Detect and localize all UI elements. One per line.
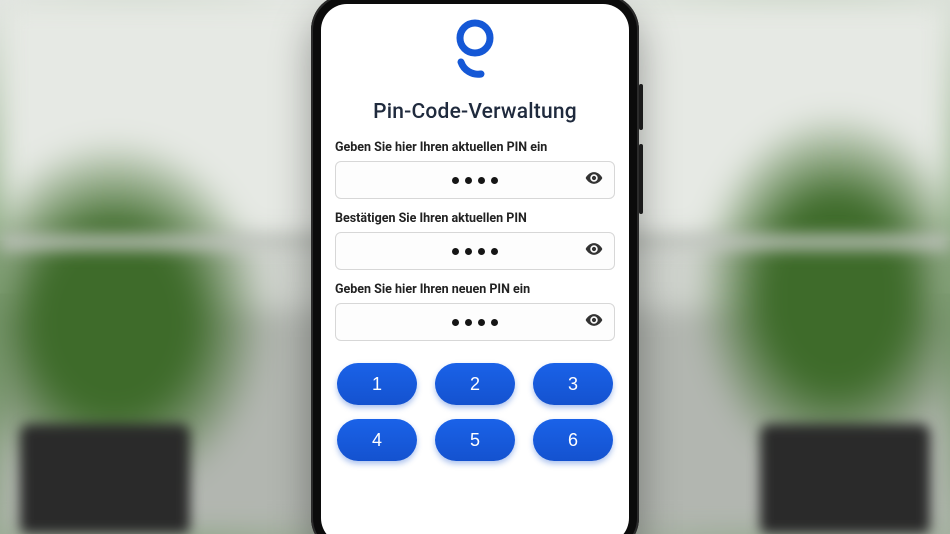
field-label: Geben Sie hier Ihren aktuellen PIN ein	[335, 140, 615, 155]
keypad-key-1[interactable]: 1	[337, 363, 417, 405]
keypad-key-4[interactable]: 4	[337, 419, 417, 461]
field-label: Geben Sie hier Ihren neuen PIN ein	[335, 282, 615, 297]
phone-side-button	[639, 84, 643, 130]
pin-field-new: Geben Sie hier Ihren neuen PIN ein	[335, 282, 615, 341]
brand-logo	[335, 10, 615, 90]
pin-field-confirm: Bestätigen Sie Ihren aktuellen PIN	[335, 211, 615, 270]
eye-icon[interactable]	[584, 310, 604, 334]
app-screen: Pin-Code-Verwaltung Geben Sie hier Ihren…	[321, 4, 629, 534]
plant-pot-right	[760, 424, 930, 534]
field-label: Bestätigen Sie Ihren aktuellen PIN	[335, 211, 615, 226]
pin-input-confirm[interactable]	[335, 232, 615, 270]
pin-field-current: Geben Sie hier Ihren aktuellen PIN ein	[335, 140, 615, 199]
brand-logo-icon	[447, 16, 503, 82]
eye-icon[interactable]	[584, 168, 604, 192]
pin-mask	[452, 248, 498, 255]
keypad-key-2[interactable]: 2	[435, 363, 515, 405]
keypad-key-3[interactable]: 3	[533, 363, 613, 405]
keypad-key-6[interactable]: 6	[533, 419, 613, 461]
pin-mask	[452, 319, 498, 326]
phone-side-button	[639, 144, 643, 214]
phone-frame: Pin-Code-Verwaltung Geben Sie hier Ihren…	[311, 0, 639, 534]
scene-background: Pin-Code-Verwaltung Geben Sie hier Ihren…	[0, 0, 950, 534]
keypad-key-5[interactable]: 5	[435, 419, 515, 461]
eye-icon[interactable]	[584, 239, 604, 263]
pin-mask	[452, 177, 498, 184]
pin-input-current[interactable]	[335, 161, 615, 199]
pin-input-new[interactable]	[335, 303, 615, 341]
page-title: Pin-Code-Verwaltung	[335, 100, 615, 124]
plant-pot-left	[20, 424, 190, 534]
numeric-keypad: 1 2 3 4 5 6	[335, 359, 615, 461]
